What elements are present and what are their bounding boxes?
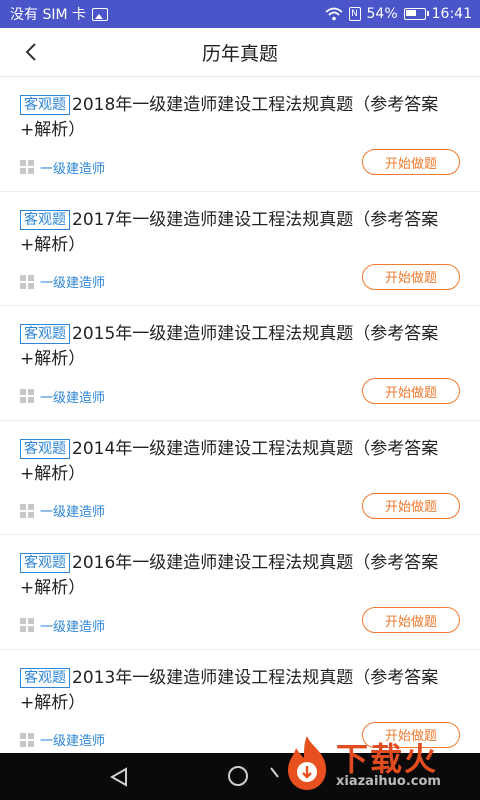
item-meta: 一级建造师 [20,497,105,525]
item-title[interactable]: 客观题 2015年一级建造师建设工程法规真题（参考答案+解析） [20,322,462,372]
item-title[interactable]: 客观题 2018年一级建造师建设工程法规真题（参考答案+解析） [20,93,462,143]
start-practice-button[interactable]: 开始做题 [362,492,460,519]
item-title-text: 2014年一级建造师建设工程法规真题（参考答案+解析） [20,438,439,484]
type-tag: 客观题 [20,324,70,344]
start-practice-button[interactable]: 开始做题 [362,149,460,175]
category-label: 一级建造师 [40,734,106,749]
category-grid-icon [20,732,34,747]
item-meta: 一级建造师 [20,268,105,296]
nav-home-icon[interactable] [228,766,248,786]
watermark-url: xiazaihuo.com [336,774,441,789]
type-tag: 客观题 [20,95,70,115]
category-label: 一级建造师 [40,276,106,291]
back-button[interactable] [22,42,42,62]
carrier-text: 没有 SIM 卡 [10,7,86,23]
flame-logo-icon [288,736,326,790]
type-tag: 客观题 [20,209,70,230]
wifi-icon [324,7,343,21]
item-title-text: 2016年一级建造师建设工程法规真题（参考答案+解析） [20,553,439,598]
clock: 16:41 [431,6,472,22]
category-grid-icon [20,618,34,632]
category-label: 一级建造师 [40,619,106,635]
category-label: 一级建造师 [40,161,106,177]
item-meta: 一级建造师 [20,382,105,410]
list-item[interactable]: 客观题 2014年一级建造师建设工程法规真题（参考答案+解析） 一级建造师 开始做… [0,421,480,535]
category-label: 一级建造师 [40,505,106,520]
item-title-text: 2013年一级建造师建设工程法规真题（参考答案+解析） [20,667,439,713]
start-practice-button[interactable]: 开始做题 [362,607,460,633]
item-title[interactable]: 客观题 2013年一级建造师建设工程法规真题（参考答案+解析） [20,666,462,716]
category-grid-icon [20,389,34,403]
list-item[interactable]: 客观题 2018年一级建造师建设工程法规真题（参考答案+解析） 一级建造师 开始做… [0,77,480,192]
battery-percent: 54% [366,6,398,22]
category-grid-icon [20,274,34,289]
type-tag: 客观题 [20,553,70,573]
watermark: 下载火 xiazaihuo.com [270,730,480,800]
start-practice-button[interactable]: 开始做题 [362,263,460,290]
item-title-text: 2018年一级建造师建设工程法规真题（参考答案+解析） [20,95,439,140]
type-tag: 客观题 [20,667,70,688]
nfc-icon: N [348,7,361,21]
image-notification-icon [92,7,108,21]
chevron-left-icon [25,43,36,61]
item-meta: 一级建造师 [20,153,105,181]
item-title[interactable]: 客观题 2016年一级建造师建设工程法规真题（参考答案+解析） [20,551,462,601]
list-item[interactable]: 客观题 2016年一级建造师建设工程法规真题（参考答案+解析） 一级建造师 开始做… [0,535,480,650]
item-meta: 一级建造师 [20,726,105,754]
start-practice-button[interactable]: 开始做题 [362,378,460,404]
category-grid-icon [20,160,34,174]
nav-back-icon[interactable] [108,767,130,787]
item-meta: 一级建造师 [20,611,105,639]
status-bar: 没有 SIM 卡 N 54% 16:41 [0,0,480,28]
battery-icon [403,8,429,20]
category-label: 一级建造师 [40,390,106,406]
item-title-text: 2015年一级建造师建设工程法规真题（参考答案+解析） [20,324,439,369]
page-title: 历年真题 [201,42,278,65]
category-grid-icon [20,503,34,518]
app-header: 历年真题 [0,28,480,77]
list-item[interactable]: 客观题 2017年一级建造师建设工程法规真题（参考答案+解析） 一级建造师 开始做… [0,192,480,306]
list-item[interactable]: 客观题 2015年一级建造师建设工程法规真题（参考答案+解析） 一级建造师 开始做… [0,306,480,421]
item-title-text: 2017年一级建造师建设工程法规真题（参考答案+解析） [20,209,439,255]
item-title[interactable]: 客观题 2017年一级建造师建设工程法规真题（参考答案+解析） [20,208,462,258]
type-tag: 客观题 [20,438,70,459]
exam-list: 客观题 2018年一级建造师建设工程法规真题（参考答案+解析） 一级建造师 开始做… [0,77,480,753]
item-title[interactable]: 客观题 2014年一级建造师建设工程法规真题（参考答案+解析） [20,437,462,487]
